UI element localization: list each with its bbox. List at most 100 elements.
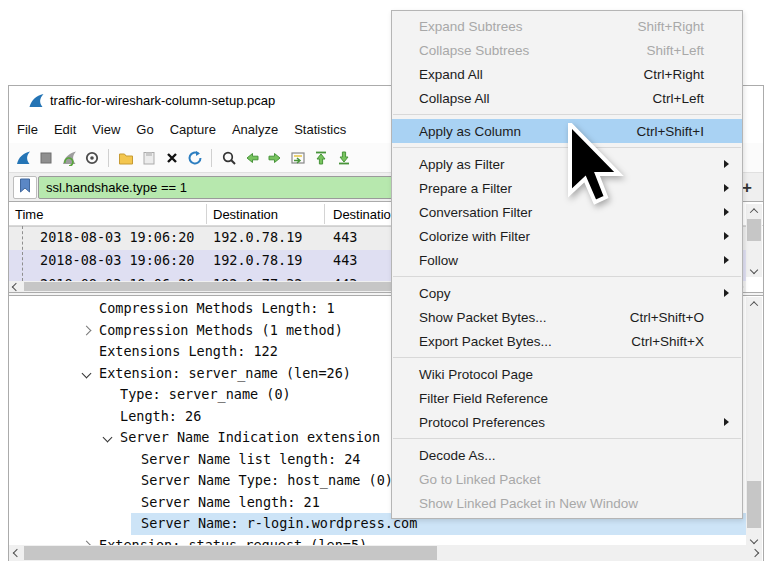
toolbar-separator (211, 149, 212, 167)
open-file-icon[interactable] (114, 146, 137, 170)
wireshark-fin-icon (28, 93, 45, 113)
menu-item-conversation-filter[interactable]: Conversation Filter (392, 200, 742, 224)
scroll-right-button[interactable] (747, 545, 762, 561)
packet-time: 2018-08-03 19:06:20 (40, 229, 194, 245)
scroll-down-button[interactable] (746, 263, 762, 277)
reload-icon[interactable] (183, 146, 206, 170)
tree-row-label: Length: 26 (120, 408, 201, 424)
go-to-bottom-icon[interactable] (332, 146, 355, 170)
menu-item-show-linked-packet-in-new-window[interactable]: Show Linked Packet in New Window (392, 491, 742, 515)
submenu-arrow-icon (724, 208, 729, 216)
scroll-left-button[interactable] (9, 281, 23, 292)
menu-item-label: Decode As... (419, 448, 726, 463)
column-divider[interactable] (324, 204, 325, 224)
go-back-icon[interactable] (240, 146, 263, 170)
chevron-down-icon (750, 536, 758, 544)
column-header-2[interactable]: Destination (333, 202, 398, 226)
column-header-0[interactable]: Time (15, 202, 43, 226)
tree-row-label: Compression Methods Length: 1 (99, 300, 335, 316)
submenu-arrow-icon (724, 418, 729, 426)
detail-vscrollbar[interactable] (746, 297, 762, 547)
menu-item-decode-as[interactable]: Decode As... (392, 443, 742, 467)
submenu-arrow-icon (724, 256, 729, 264)
menu-item-go-to-linked-packet[interactable]: Go to Linked Packet (392, 467, 742, 491)
menu-item-label: Go to Linked Packet (419, 472, 726, 487)
menubar-item-statistics[interactable]: Statistics (286, 122, 354, 137)
restart-capture-icon[interactable] (57, 146, 80, 170)
menu-item-label: Show Packet Bytes... (419, 310, 630, 325)
menubar-item-view[interactable]: View (84, 122, 128, 137)
menu-item-label: Protocol Preferences (419, 415, 726, 430)
go-to-top-icon[interactable] (309, 146, 332, 170)
menu-item-shortcut: Shift+Right (638, 19, 704, 34)
menu-item-label: Colorize with Filter (419, 229, 726, 244)
menu-item-export-packet-bytes[interactable]: Export Packet Bytes...Ctrl+Shift+X (392, 329, 742, 353)
chevron-left-icon (12, 549, 20, 557)
packet-destination: 192.0.78.19 (213, 252, 302, 268)
menu-item-shortcut: Shift+Left (647, 43, 704, 58)
menu-item-follow[interactable]: Follow (392, 248, 742, 272)
scroll-up-button[interactable] (746, 204, 762, 218)
tree-row-label: Server Name list length: 24 (141, 451, 360, 467)
chevron-up-icon (750, 208, 758, 216)
tree-row-label: Extension: server_name (len=26) (99, 365, 351, 381)
menu-item-prepare-a-filter[interactable]: Prepare a Filter (392, 176, 742, 200)
packet-list-vscrollbar[interactable] (746, 204, 762, 277)
close-file-icon[interactable] (160, 146, 183, 170)
menubar-item-capture[interactable]: Capture (162, 122, 224, 137)
related-packet-line (22, 226, 23, 281)
menu-item-label: Follow (419, 253, 726, 268)
save-file-icon[interactable] (137, 146, 160, 170)
expand-arrow-icon[interactable] (82, 325, 92, 335)
menu-item-collapse-all[interactable]: Collapse AllCtrl+Left (392, 86, 742, 110)
go-forward-icon[interactable] (263, 146, 286, 170)
menu-separator (393, 438, 741, 439)
menu-item-collapse-subtrees[interactable]: Collapse SubtreesShift+Left (392, 38, 742, 62)
detail-hscrollbar[interactable] (9, 545, 762, 561)
tree-row-label: Server Name length: 21 (141, 494, 320, 510)
menu-item-label: Copy (419, 286, 726, 301)
menu-item-wiki-protocol-page[interactable]: Wiki Protocol Page (392, 362, 742, 386)
menu-item-apply-as-column[interactable]: Apply as ColumnCtrl+Shift+I (392, 119, 742, 143)
tree-row-label: Type: server_name (0) (120, 386, 291, 402)
find-packet-icon[interactable] (217, 146, 240, 170)
packet-destination: 192.0.78.19 (213, 229, 302, 245)
packet-port: 443 (333, 252, 357, 268)
column-divider[interactable] (206, 204, 207, 224)
submenu-arrow-icon (724, 289, 729, 297)
menubar-item-edit[interactable]: Edit (46, 122, 84, 137)
start-capture-icon[interactable] (11, 146, 34, 170)
menu-item-shortcut: Ctrl+Right (644, 67, 704, 82)
stop-capture-icon[interactable] (34, 146, 57, 170)
go-to-packet-icon[interactable] (286, 146, 309, 170)
menu-item-expand-subtrees[interactable]: Expand SubtreesShift+Right (392, 14, 742, 38)
chevron-right-icon (750, 549, 758, 557)
tree-row-label: Extensions Length: 122 (99, 343, 278, 359)
menubar-item-go[interactable]: Go (128, 122, 161, 137)
capture-options-icon[interactable] (80, 146, 103, 170)
menu-item-label: Wiki Protocol Page (419, 367, 726, 382)
scrollbar-thumb[interactable] (747, 481, 761, 528)
scroll-up-button[interactable] (746, 297, 762, 311)
menu-item-filter-field-reference[interactable]: Filter Field Reference (392, 386, 742, 410)
mouse-cursor (568, 123, 624, 209)
collapse-arrow-icon[interactable] (82, 368, 92, 378)
menu-item-show-packet-bytes[interactable]: Show Packet Bytes...Ctrl+Shift+O (392, 305, 742, 329)
menubar-item-file[interactable]: File (9, 122, 46, 137)
tree-row-label: Server Name Type: host_name (0) (141, 472, 393, 488)
menu-item-colorize-with-filter[interactable]: Colorize with Filter (392, 224, 742, 248)
menubar-item-analyze[interactable]: Analyze (224, 122, 286, 137)
menu-item-expand-all[interactable]: Expand AllCtrl+Right (392, 62, 742, 86)
menu-separator (393, 147, 741, 148)
menu-item-copy[interactable]: Copy (392, 281, 742, 305)
column-header-1[interactable]: Destination (213, 202, 278, 226)
collapse-arrow-icon[interactable] (103, 433, 113, 443)
scrollbar-thumb[interactable] (747, 219, 761, 241)
filter-bookmark-button[interactable] (13, 176, 37, 199)
menu-item-shortcut: Ctrl+Shift+X (631, 334, 704, 349)
scrollbar-thumb[interactable] (24, 546, 437, 560)
menu-item-protocol-preferences[interactable]: Protocol Preferences (392, 410, 742, 434)
menu-item-label: Export Packet Bytes... (419, 334, 631, 349)
menu-item-apply-as-filter[interactable]: Apply as Filter (392, 152, 742, 176)
scroll-left-button[interactable] (9, 545, 24, 561)
